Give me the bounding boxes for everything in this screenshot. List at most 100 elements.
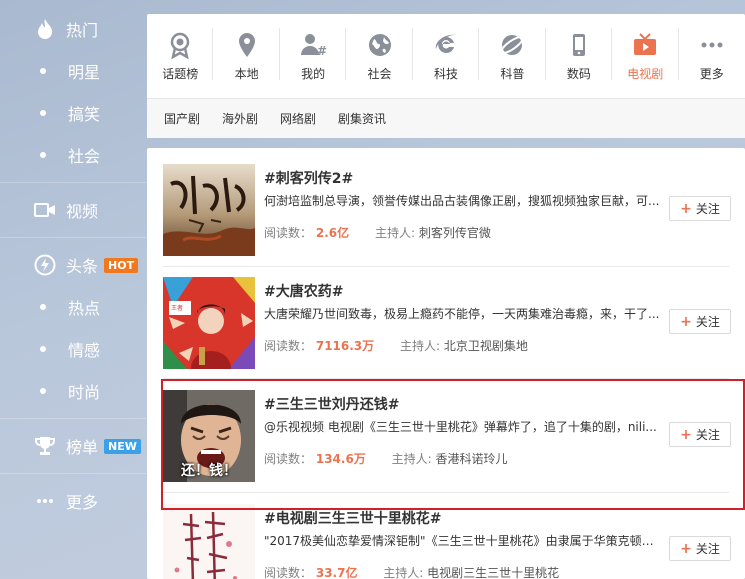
sub-tab-domestic[interactable]: 国产剧 xyxy=(164,110,200,127)
divider xyxy=(0,182,146,183)
sub-tabs: 国产剧 海外剧 网络剧 剧集资讯 xyxy=(147,99,745,138)
reads-count: 2.6亿 xyxy=(315,226,350,240)
category-label: 数码 xyxy=(566,66,591,81)
reads-label: 阅读数： xyxy=(264,452,313,466)
topic-card: 王者 #大唐农药# 大唐荣耀乃世间致毒，极易上瘾药不能停，一天两集难治毒瘾，来，… xyxy=(163,277,745,373)
sub-tab-web-series[interactable]: 网络剧 xyxy=(280,110,316,127)
sub-tab-news[interactable]: 剧集资讯 xyxy=(338,110,386,127)
category-label: 科技 xyxy=(433,66,458,81)
new-badge: NEW xyxy=(104,438,141,454)
bullet-dot xyxy=(40,110,46,116)
divider xyxy=(0,473,146,474)
hot-badge: HOT xyxy=(104,257,139,273)
ie-browser-icon xyxy=(435,34,456,53)
category-tech[interactable]: 科技 xyxy=(413,14,480,98)
topic-thumbnail[interactable]: 王者 xyxy=(163,277,255,369)
category-label: 本地 xyxy=(234,66,259,81)
category-row: 话题榜 本地 # 我的 社会 科技 科普 数码 电视剧 更多 xyxy=(147,14,745,98)
sidebar-item-fashion[interactable]: 时尚 xyxy=(0,370,146,412)
follow-label: 关注 xyxy=(695,315,720,329)
host-name[interactable]: 香港科诺玲儿 xyxy=(436,452,508,466)
sidebar-item-video[interactable]: 视频 xyxy=(0,189,146,231)
topic-thumbnail[interactable] xyxy=(163,164,255,256)
category-society[interactable]: 社会 xyxy=(346,14,414,98)
sidebar-item-label: 头条 xyxy=(66,257,99,276)
host-label: 主持人: xyxy=(383,566,424,579)
category-panel: 话题榜 本地 # 我的 社会 科技 科普 数码 电视剧 更多 国产剧 海外剧 网… xyxy=(147,14,745,138)
category-digital[interactable]: 数码 xyxy=(546,14,613,98)
location-pin-icon xyxy=(238,32,255,57)
sidebar-item-label: 搞笑 xyxy=(68,105,101,124)
medal-icon xyxy=(170,32,190,59)
category-label: 科普 xyxy=(500,66,525,81)
follow-button[interactable]: + 关注 xyxy=(669,196,731,221)
sidebar-item-stars[interactable]: 明星 xyxy=(0,50,146,92)
svg-text:王者: 王者 xyxy=(171,305,183,312)
divider xyxy=(163,492,729,493)
topic-thumbnail[interactable] xyxy=(163,504,255,579)
topic-title[interactable]: #刺客列传2# xyxy=(264,168,353,188)
topic-description: 大唐荣耀乃世间致毒，极易上瘾药不能停，一天两集难治毒瘾，来，干了... xyxy=(264,307,660,321)
host-label: 主持人: xyxy=(399,339,441,353)
category-science[interactable]: 科普 xyxy=(479,14,547,98)
sidebar-item-funny[interactable]: 搞笑 xyxy=(0,92,146,134)
sub-tab-overseas[interactable]: 海外剧 xyxy=(222,110,258,127)
bullet-dot xyxy=(40,304,46,310)
sidebar-item-emotion[interactable]: 情感 xyxy=(0,328,146,370)
category-label: 话题榜 xyxy=(162,66,199,81)
sidebar-item-hot[interactable]: 热门 xyxy=(0,8,146,50)
category-label: 更多 xyxy=(699,66,724,81)
divider xyxy=(0,237,146,238)
reads-count: 33.7亿 xyxy=(315,566,358,579)
plus-icon: + xyxy=(680,540,692,557)
host-name[interactable]: 北京卫视剧集地 xyxy=(444,339,528,353)
topic-title[interactable]: #电视剧三生三世十里桃花# xyxy=(264,508,441,528)
host-name[interactable]: 电视剧三生三世十里桃花 xyxy=(427,566,559,579)
sidebar-item-more[interactable]: 更多 xyxy=(0,480,146,522)
reads-count: 134.6万 xyxy=(315,452,366,466)
sidebar-item-label: 视频 xyxy=(66,202,99,221)
follow-button[interactable]: + 关注 xyxy=(669,309,731,334)
sidebar-item-label: 热门 xyxy=(66,21,99,40)
sidebar-item-headlines[interactable]: 头条 HOT xyxy=(0,244,146,286)
divider xyxy=(163,378,729,379)
reads-count: 7116.3万 xyxy=(315,339,375,353)
sidebar-item-hotspot[interactable]: 热点 xyxy=(0,286,146,328)
reads-label: 阅读数： xyxy=(264,566,313,579)
topic-description: @乐视视频 电视剧《三生三世十里桃花》弹幕炸了，追了十集的剧，nili... xyxy=(264,420,657,434)
sidebar-item-label: 明星 xyxy=(68,63,101,82)
trophy-icon xyxy=(34,435,56,457)
more-dots-icon xyxy=(701,42,723,47)
category-topics[interactable]: 话题榜 xyxy=(147,14,214,98)
follow-button[interactable]: + 关注 xyxy=(669,536,731,561)
category-mine[interactable]: # 我的 xyxy=(280,14,347,98)
satellite-icon xyxy=(500,34,525,55)
follow-label: 关注 xyxy=(695,202,720,216)
phone-icon xyxy=(572,33,585,56)
topic-card: #刺客列传2# 何澍培监制总导演，领誉传媒出品古装偶像正剧，搜狐视频独家巨献，可… xyxy=(163,164,745,260)
globe-icon xyxy=(368,33,391,56)
user-hashtag-icon: # xyxy=(301,33,327,58)
sidebar-item-rankings[interactable]: 榜单 NEW xyxy=(0,425,146,467)
topic-title[interactable]: #三生三世刘丹还钱# xyxy=(264,394,399,414)
video-camera-icon xyxy=(34,199,56,221)
host-name[interactable]: 刺客列传官微 xyxy=(419,226,491,240)
bullet-dot xyxy=(40,152,46,158)
topic-title[interactable]: #大唐农药# xyxy=(264,281,343,301)
sidebar-item-society[interactable]: 社会 xyxy=(0,134,146,176)
plus-icon: + xyxy=(680,313,692,330)
category-more[interactable]: 更多 xyxy=(679,14,745,98)
topic-card: 还！钱！ #三生三世刘丹还钱# @乐视视频 电视剧《三生三世十里桃花》弹幕炸了，… xyxy=(163,390,745,486)
follow-button[interactable]: + 关注 xyxy=(669,422,731,447)
svg-text:#: # xyxy=(317,44,327,58)
category-local[interactable]: 本地 xyxy=(213,14,281,98)
category-tv-series[interactable]: 电视剧 xyxy=(612,14,679,98)
sidebar-item-label: 时尚 xyxy=(68,383,101,402)
divider xyxy=(0,418,146,419)
topic-thumbnail[interactable]: 还！钱！ xyxy=(163,390,255,482)
topic-card: #电视剧三生三世十里桃花# "2017极美仙恋挚爱情深钜制"《三生三世十里桃花》… xyxy=(163,504,745,579)
sidebar: 热门 明星 搞笑 社会 视频 头条 HOT 热点 情感 时尚 榜单 NEW 更多 xyxy=(0,0,146,579)
topic-meta: 阅读数： 33.7亿 主持人: 电视剧三生三世十里桃花 xyxy=(264,564,559,579)
sidebar-item-label: 情感 xyxy=(68,341,101,360)
sidebar-item-label: 社会 xyxy=(68,147,101,166)
